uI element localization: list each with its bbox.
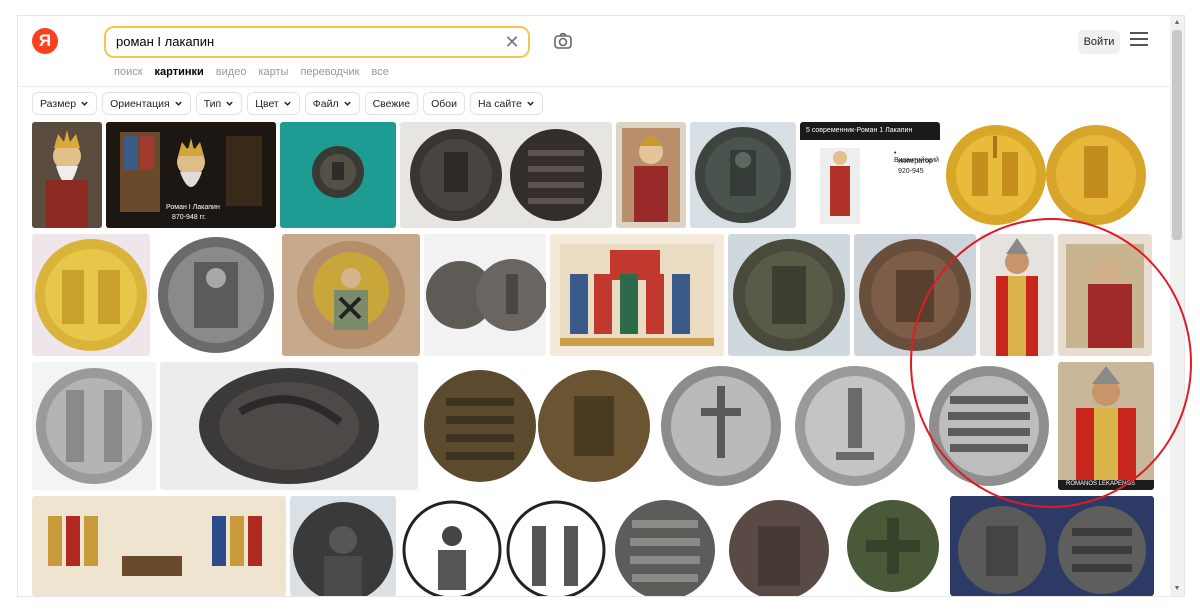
image-results-grid: Роман I Лакапин 870-948 гг. 5 современни… [32,122,1154,596]
result-image-coin-pair-blue[interactable] [950,496,1154,596]
tab-images[interactable]: картинки [155,66,204,78]
login-button[interactable]: Войти [1078,30,1120,54]
result-image-warrior-portrait[interactable] [980,234,1054,356]
search-input[interactable]: роман I лакапин [116,34,214,49]
filter-size[interactable]: Размер [32,92,98,115]
tab-search[interactable]: поиск [114,66,143,78]
search-tabs: поиск картинки видео карты переводчик вс… [114,66,389,78]
header-divider [18,86,1184,87]
browser-page: Я роман I лакапин ✕ Войти поиск картинки… [18,16,1184,596]
result-image-silver-coin[interactable] [154,234,278,356]
result-image-emperor-painting[interactable] [32,122,102,228]
result-image-bronze-bust[interactable] [290,496,396,596]
thumb-caption: Роман I Лакапин [166,204,220,211]
result-image-emperor-manuscript[interactable] [1058,234,1152,356]
result-image-coin-olive[interactable] [728,234,850,356]
menu-icon[interactable] [1130,32,1148,50]
filter-on-site[interactable]: На сайте [469,92,543,115]
slide-text: 920-945 [898,168,924,175]
portrait-caption: ROMANOS LEKAPENOS [1066,481,1136,487]
filter-fresh[interactable]: Свежие [364,92,419,115]
filter-orientation[interactable]: Ориентация [102,92,191,115]
filter-type[interactable]: Тип [195,92,243,115]
result-image-coin-drawing[interactable] [32,362,156,490]
result-image-coin-green-dark[interactable] [690,122,796,228]
scroll-down-icon[interactable]: ▼ [1170,582,1184,596]
result-image-silver-inscription[interactable] [924,362,1054,490]
result-image-coin-corroded[interactable] [722,496,836,596]
yandex-logo[interactable]: Я [32,28,58,54]
tab-maps[interactable]: карты [258,66,288,78]
filter-file[interactable]: Файл [304,92,360,115]
clear-icon[interactable]: ✕ [502,32,522,52]
chevron-down-icon [527,101,534,106]
result-image-coin-brown[interactable] [854,234,976,356]
result-image-silver-cross[interactable] [656,362,786,490]
filter-color[interactable]: Цвет [247,92,300,115]
result-image-copper-pair[interactable] [422,362,652,490]
result-image-romanos-portrait[interactable]: ROMANOS LEKAPENOS [1058,362,1154,490]
result-image-coin-teal[interactable] [280,122,396,228]
result-image-contemporary-slide[interactable]: 5 современник-Роман 1 Лакапин • Византий… [800,122,940,228]
chevron-down-icon [174,101,182,106]
slide-text: император [898,158,933,165]
search-box[interactable]: роман I лакапин ✕ [104,26,530,58]
result-image-coin-lettered[interactable] [612,496,718,596]
result-image-emperor-icon[interactable] [616,122,686,228]
scroll-up-icon[interactable]: ▲ [1170,16,1184,30]
tab-video[interactable]: видео [216,66,247,78]
slide-title: 5 современник-Роман 1 Лакапин [806,127,913,134]
result-image-manuscript[interactable] [550,234,724,356]
chevron-down-icon [226,101,233,106]
filter-bar: Размер Ориентация Тип Цвет Файл Свежие О… [32,92,543,115]
result-image-coin-green-cross[interactable] [840,496,946,596]
result-image-mosaic-saint[interactable] [282,234,420,356]
chevron-down-icon [284,101,291,106]
result-image-battle-manuscript[interactable] [32,496,286,596]
result-image-silver-reverse[interactable] [790,362,920,490]
result-image-coin-sketch[interactable] [400,496,608,596]
tab-all[interactable]: все [371,66,388,78]
chevron-down-icon [81,101,88,106]
result-image-gold-solidus[interactable] [32,234,150,356]
result-image-roman-video[interactable]: Роман I Лакапин 870-948 гг. [106,122,276,228]
result-image-gold-coins[interactable] [944,122,1148,228]
chevron-down-icon [343,101,351,106]
result-image-coin-closeup[interactable] [160,362,418,490]
result-image-coin-worn[interactable] [424,234,546,356]
thumb-caption: 870-948 гг. [172,214,206,221]
tab-translator[interactable]: переводчик [300,66,359,78]
scrollbar-thumb[interactable] [1172,30,1182,240]
result-image-coin-pair-dark[interactable] [400,122,612,228]
filter-wallpapers[interactable]: Обои [423,92,465,115]
camera-search-icon[interactable] [552,30,574,52]
scrollbar[interactable]: ▲ ▼ [1170,16,1184,596]
